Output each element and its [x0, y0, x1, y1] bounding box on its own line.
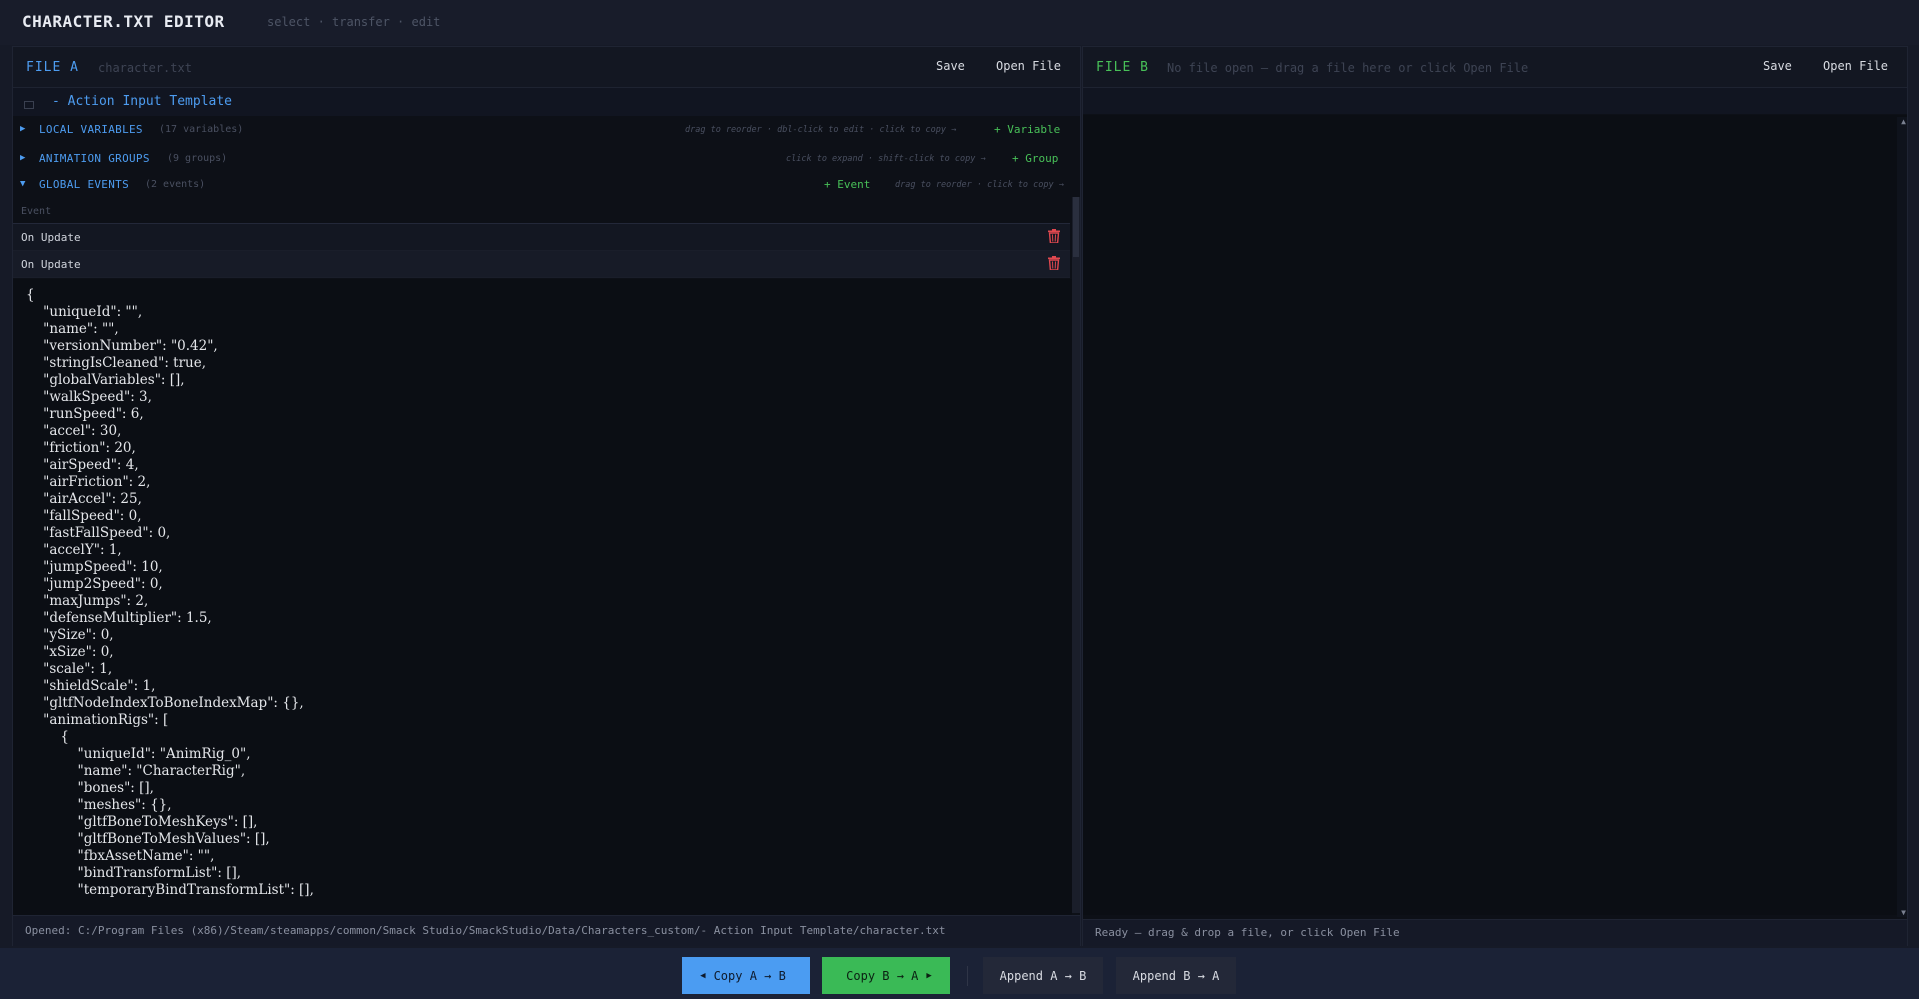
section-title: ANIMATION GROUPS	[39, 152, 150, 165]
add-group-button[interactable]: + Group	[1012, 152, 1058, 165]
scroll-up-icon[interactable]: ▲	[1901, 117, 1906, 126]
scrollbar[interactable]: ▲ ▼	[1897, 117, 1907, 917]
template-title: - Action Input Template	[52, 94, 233, 109]
file-a-label: FILE A	[26, 60, 79, 75]
file-b-toolbar-band	[1083, 88, 1907, 114]
file-b-pane[interactable]: FILE B No file open — drag a file here o…	[1082, 46, 1908, 946]
section-count: (2 events)	[145, 179, 206, 190]
event-name: On Update	[21, 231, 81, 244]
triangle-right-icon: ▶	[20, 153, 26, 163]
append-a-to-b-button[interactable]: Append A → B	[983, 957, 1103, 994]
section-global-events[interactable]: ▼ GLOBAL EVENTS (2 events) + Event drag …	[13, 172, 1080, 198]
section-animation-groups[interactable]: ▶ ANIMATION GROUPS (9 groups) click to e…	[13, 146, 1080, 172]
file-a-save-button[interactable]: Save	[936, 59, 965, 73]
copy-a-to-b-button[interactable]: ◀ Copy A → B	[682, 957, 810, 994]
template-row[interactable]: - Action Input Template	[13, 88, 1080, 116]
triangle-down-icon: ▼	[20, 179, 26, 189]
file-b-open-button[interactable]: Open File	[1823, 59, 1888, 73]
events-column-label: Event	[21, 206, 52, 217]
copy-b-to-a-button[interactable]: Copy B → A ▶	[822, 957, 950, 994]
file-a-open-button[interactable]: Open File	[996, 59, 1061, 73]
top-bar: CHARACTER.TXT EDITOR select · transfer ·…	[0, 0, 1919, 45]
event-name: On Update	[21, 258, 81, 271]
file-b-status-bar: Ready — drag & drop a file, or click Ope…	[1083, 919, 1907, 946]
add-variable-button[interactable]: + Variable	[994, 123, 1060, 136]
section-hint: drag to reorder · click to copy →	[895, 180, 1064, 190]
file-a-status-bar: Opened: C:/Program Files (x86)/Steam/ste…	[13, 915, 1080, 946]
file-b-label: FILE B	[1096, 60, 1149, 75]
file-b-save-button[interactable]: Save	[1763, 59, 1792, 73]
footer-toolbar: ◀ Copy A → B Copy B → A ▶ Append A → B A…	[0, 948, 1919, 999]
scroll-down-icon[interactable]: ▼	[1901, 908, 1906, 917]
event-row[interactable]: On Update	[13, 251, 1070, 278]
scrollbar-thumb[interactable]	[1073, 197, 1079, 257]
arrow-right-icon: ▶	[926, 970, 932, 981]
file-a-filename: character.txt	[98, 61, 192, 75]
copy-a-to-b-label: Copy A → B	[713, 968, 786, 983]
footer-divider	[967, 966, 968, 986]
app-title: CHARACTER.TXT EDITOR	[22, 12, 225, 31]
add-event-button[interactable]: + Event	[824, 178, 870, 191]
file-b-status-text: Ready — drag & drop a file, or click Ope…	[1095, 926, 1400, 939]
events-table-header: Event	[13, 201, 1070, 224]
json-editor[interactable]: { "uniqueId": "", "name": "", "versionNu…	[13, 279, 1072, 915]
arrow-left-icon: ◀	[700, 970, 706, 981]
file-b-drop-area[interactable]	[1083, 115, 1907, 915]
section-hint: drag to reorder · dbl-click to edit · cl…	[685, 125, 957, 135]
triangle-right-icon: ▶	[20, 124, 26, 134]
section-title: GLOBAL EVENTS	[39, 178, 129, 191]
section-count: (9 groups)	[167, 153, 228, 164]
section-local-variables[interactable]: ▶ LOCAL VARIABLES (17 variables) drag to…	[13, 117, 1080, 143]
section-hint: click to expand · shift-click to copy →	[786, 154, 986, 164]
scrollbar[interactable]	[1072, 197, 1080, 913]
file-a-header: FILE A character.txt Save Open File	[13, 47, 1080, 88]
file-b-placeholder: No file open — drag a file here or click…	[1167, 61, 1529, 75]
json-text[interactable]: { "uniqueId": "", "name": "", "versionNu…	[26, 287, 314, 899]
trash-icon[interactable]	[1048, 229, 1060, 243]
file-b-header: FILE B No file open — drag a file here o…	[1083, 47, 1907, 88]
file-a-pane: FILE A character.txt Save Open File - Ac…	[12, 46, 1081, 946]
collapse-toggle[interactable]	[24, 101, 34, 109]
append-b-to-a-button[interactable]: Append B → A	[1116, 957, 1236, 994]
event-row[interactable]: On Update	[13, 224, 1070, 251]
trash-icon[interactable]	[1048, 256, 1060, 270]
section-title: LOCAL VARIABLES	[39, 123, 143, 136]
file-a-status-text: Opened: C:/Program Files (x86)/Steam/ste…	[25, 924, 946, 937]
copy-b-to-a-label: Copy B → A	[846, 968, 919, 983]
section-count: (17 variables)	[159, 124, 244, 135]
app-subtitle: select · transfer · edit	[267, 15, 441, 29]
